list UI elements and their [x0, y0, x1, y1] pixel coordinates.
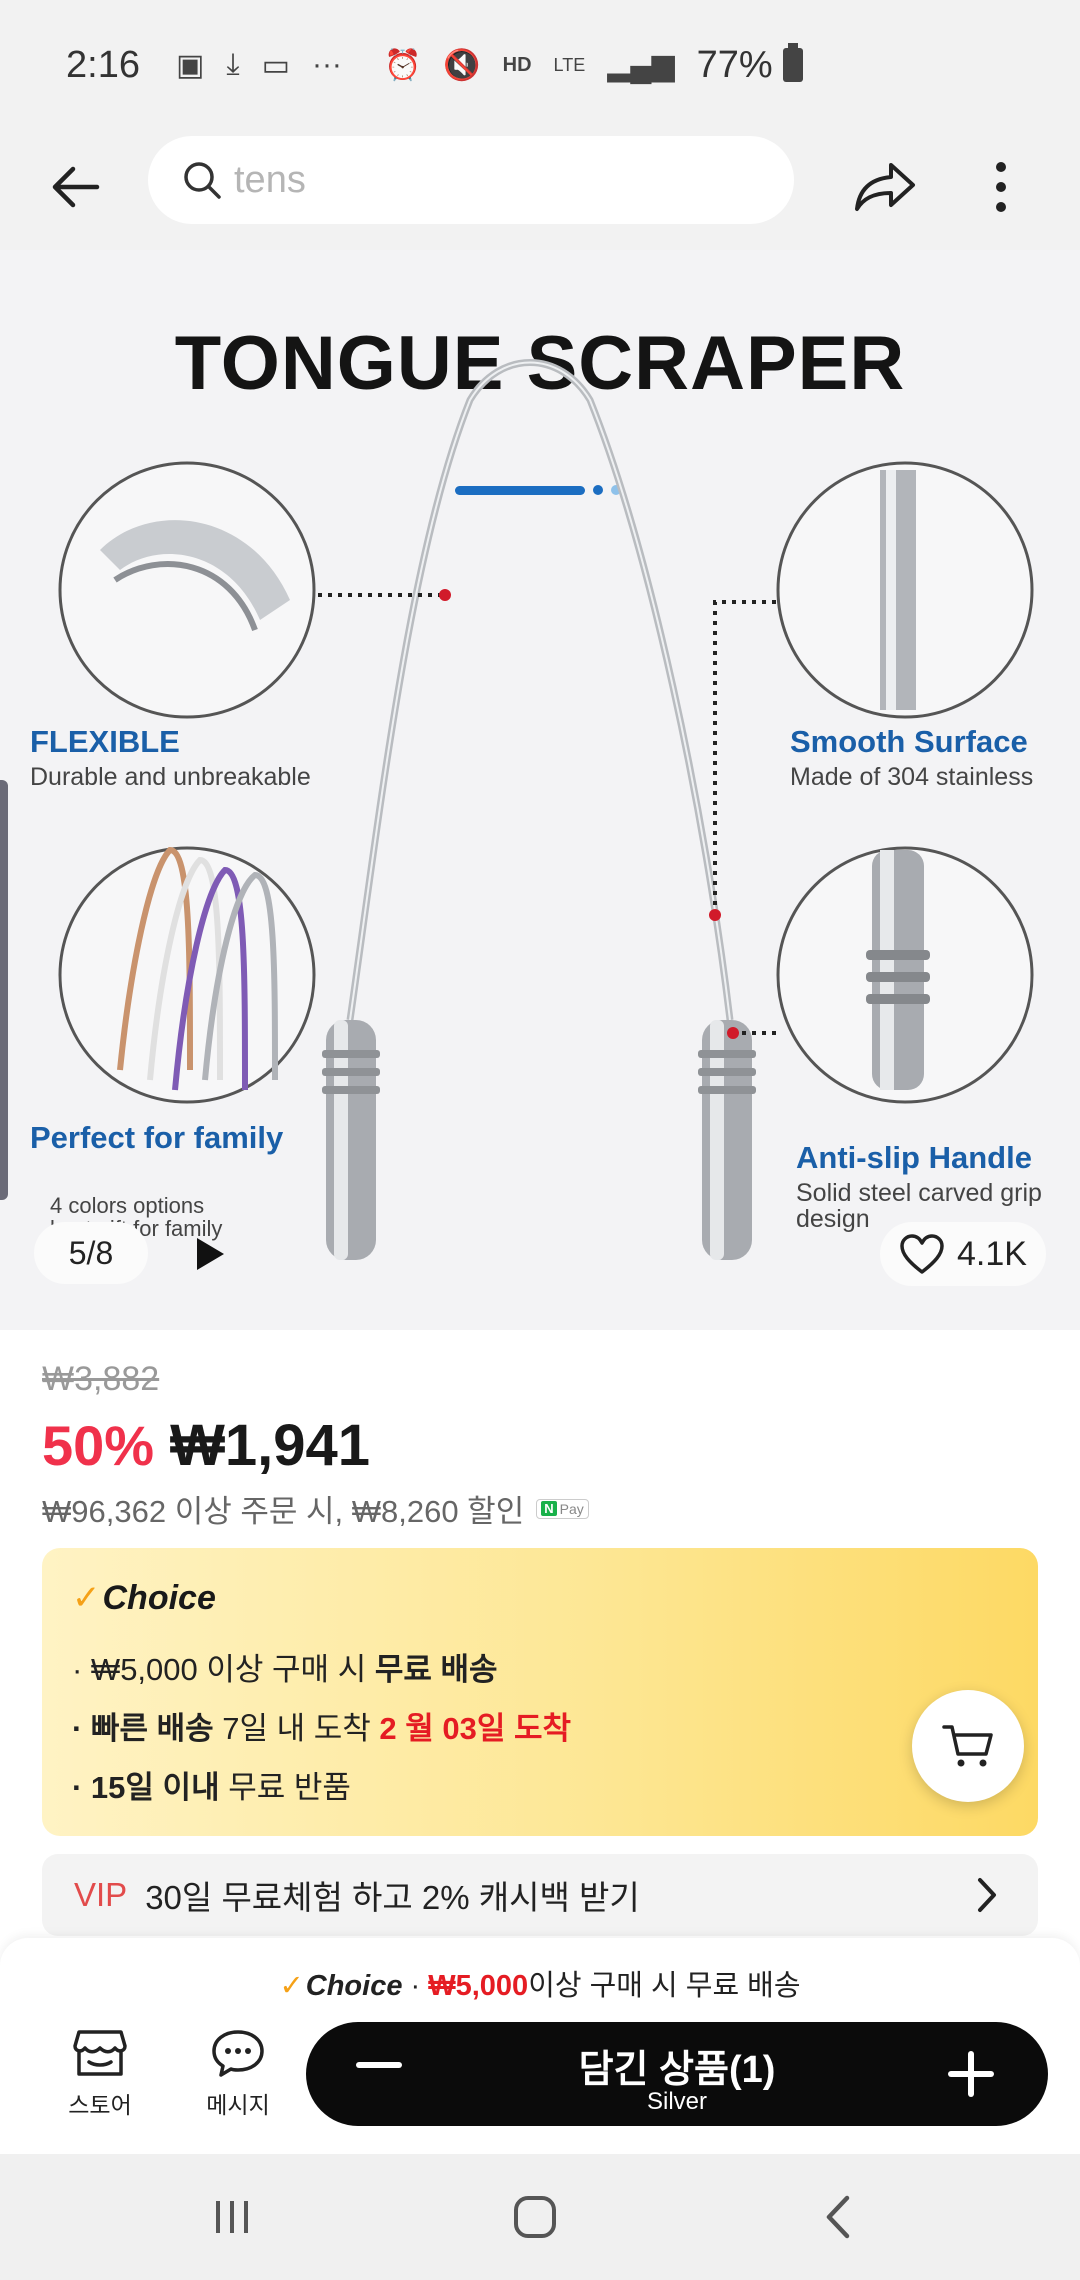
plus-icon — [968, 2051, 974, 2097]
search-icon — [184, 162, 221, 199]
share-button[interactable] — [848, 152, 922, 222]
choice-logo-text: Choice — [102, 1578, 216, 1617]
vip-cashback-banner[interactable]: VIP 30일 무료체험 하고 2% 캐시백 받기 — [42, 1854, 1038, 1936]
coupon-discount-info[interactable]: ₩96,362 이상 주문 시, ₩8,260 할인 N Pay — [42, 1486, 589, 1531]
discount-rate: 50% — [42, 1414, 155, 1477]
home-icon — [514, 2196, 556, 2238]
cart-variant: Silver — [646, 2088, 707, 2115]
checkmark-icon: ✓ — [72, 1579, 101, 1617]
promo-choice-logo: Choice — [305, 1970, 403, 2002]
choice-line2-text: 7일 내 도착 — [213, 1711, 380, 1746]
status-time: 2:16 — [66, 43, 140, 86]
top-nav: tens — [0, 130, 1080, 250]
back-button[interactable] — [40, 152, 110, 222]
alarm-icon: ⏰ — [383, 48, 422, 82]
feature-title-anti-slip: Anti-slip Handle — [796, 1140, 1032, 1175]
store-icon — [73, 2030, 127, 2076]
bottom-promo-text: ✓Choice · ₩5,000이상 구매 시 무료 배송 — [0, 1962, 1080, 2004]
choice-benefits-card[interactable]: ✓ Choice · ₩5,000 이상 구매 시 무료 배송 · 빠른 배송 … — [42, 1548, 1038, 1836]
mute-icon: 🔇 — [443, 48, 481, 82]
image-counter: 5/8 — [34, 1222, 148, 1284]
cart-quantity-bar: 담긴 상품(1) Silver — [306, 2022, 1048, 2126]
chat-bubble-icon — [212, 2030, 264, 2077]
cart-icon — [942, 1725, 993, 1767]
system-back-button[interactable] — [798, 2184, 878, 2250]
message-label: 메시지 — [206, 2092, 270, 2118]
more-vertical-icon — [996, 162, 1006, 212]
feature-title-family: Perfect for family — [30, 1120, 284, 1155]
choice-free-return: · 15일 이내 무료 반품 — [72, 1762, 351, 1807]
download-icon: ⤓ — [226, 48, 240, 81]
recent-apps-icon — [216, 2201, 248, 2233]
search-placeholder: tens — [234, 158, 306, 201]
hd-voice-icon: HD — [502, 53, 532, 76]
play-icon — [197, 1238, 224, 1270]
battery-icon — [782, 43, 803, 82]
promo-rest: 이상 구매 시 무료 배송 — [528, 1970, 801, 2002]
more-options-button[interactable] — [976, 152, 1026, 222]
coupon-text: ₩96,362 이상 주문 시, ₩8,260 할인 — [42, 1494, 525, 1529]
status-bar: 2:16 ▣ ⤓ ▭ ··· ⏰ 🔇 HD LTE ▂▄▆ 77% — [0, 0, 1080, 130]
promo-amount: ₩5,000 — [428, 1970, 529, 2002]
checkmark-icon: ✓ — [279, 1970, 304, 2002]
recent-apps-button[interactable] — [192, 2184, 272, 2250]
message-button[interactable]: 메시지 — [178, 2028, 298, 2120]
cart-items-title: 담긴 상품(1) — [578, 2049, 776, 2091]
feature-title-smooth-surface: Smooth Surface — [790, 724, 1028, 759]
original-price: ₩3,882 — [42, 1360, 160, 1398]
vip-tag: VIP — [74, 1876, 128, 1913]
choice-line2-bold: · 빠른 배송 — [72, 1711, 214, 1746]
choice-line1-bold: 무료 배송 — [374, 1652, 498, 1687]
play-video-button[interactable] — [180, 1226, 240, 1282]
vip-text: 30일 무료체험 하고 2% 캐시백 받기 — [145, 1879, 640, 1916]
price-row: 50% ₩1,941 — [42, 1412, 370, 1479]
choice-line3-bold: · 15일 이내 — [72, 1770, 220, 1805]
share-icon — [855, 163, 915, 211]
promo-separator: · — [402, 1970, 429, 2002]
product-image-carousel[interactable]: TONGUE SCRAPER FLEXIBLE Durable and unbr… — [0, 250, 1080, 1330]
store-button[interactable]: 스토어 — [40, 2028, 160, 2120]
payco-icon: ▭ — [261, 48, 290, 82]
floating-cart-button[interactable] — [912, 1690, 1024, 1802]
gallery-icon: ▣ — [175, 48, 205, 82]
battery-level: 77% — [696, 43, 773, 86]
chevron-right-icon — [978, 1878, 996, 1912]
feature-title-flexible: FLEXIBLE — [30, 724, 180, 759]
signal-icon: ▂▄▆ — [607, 48, 675, 82]
home-button[interactable] — [495, 2184, 575, 2250]
npay-label: Pay — [559, 1500, 584, 1517]
choice-logo: ✓ Choice — [72, 1578, 216, 1618]
bottom-action-bar: ✓Choice · ₩5,000이상 구매 시 무료 배송 스토어 메시지 담긴… — [0, 1938, 1080, 2154]
system-navigation-bar — [0, 2154, 1080, 2280]
price-section: ₩3,882 50% ₩1,941 ₩96,362 이상 주문 시, ₩8,26… — [0, 1330, 1080, 1550]
feature-subtitle-smooth-surface: Made of 304 stainless — [790, 763, 1034, 791]
npay-badge: N Pay — [536, 1498, 589, 1519]
back-arrow-icon — [52, 166, 100, 208]
npay-logo-icon: N — [541, 1501, 557, 1516]
wishlist-button[interactable]: 4.1K — [880, 1222, 1046, 1286]
feature-subtitle-flexible: Durable and unbreakable — [30, 763, 311, 791]
search-input[interactable]: tens — [148, 136, 794, 224]
like-count: 4.1K — [957, 1234, 1027, 1273]
store-label: 스토어 — [68, 2092, 132, 2118]
delivery-date: 2 월 03일 도착 — [379, 1711, 572, 1746]
heart-icon — [900, 1234, 944, 1274]
choice-free-shipping: · ₩5,000 이상 구매 시 무료 배송 — [72, 1644, 498, 1689]
system-back-icon — [826, 2195, 850, 2239]
more-notifications-icon: ··· — [311, 48, 342, 81]
lte-icon: LTE — [553, 54, 586, 75]
choice-line3-text: 무료 반품 — [219, 1770, 351, 1805]
choice-fast-delivery: · 빠른 배송 7일 내 도착 2 월 03일 도착 — [72, 1703, 571, 1748]
choice-line1-text: · ₩5,000 이상 구매 시 — [72, 1652, 375, 1687]
current-price: ₩1,941 — [170, 1413, 370, 1478]
